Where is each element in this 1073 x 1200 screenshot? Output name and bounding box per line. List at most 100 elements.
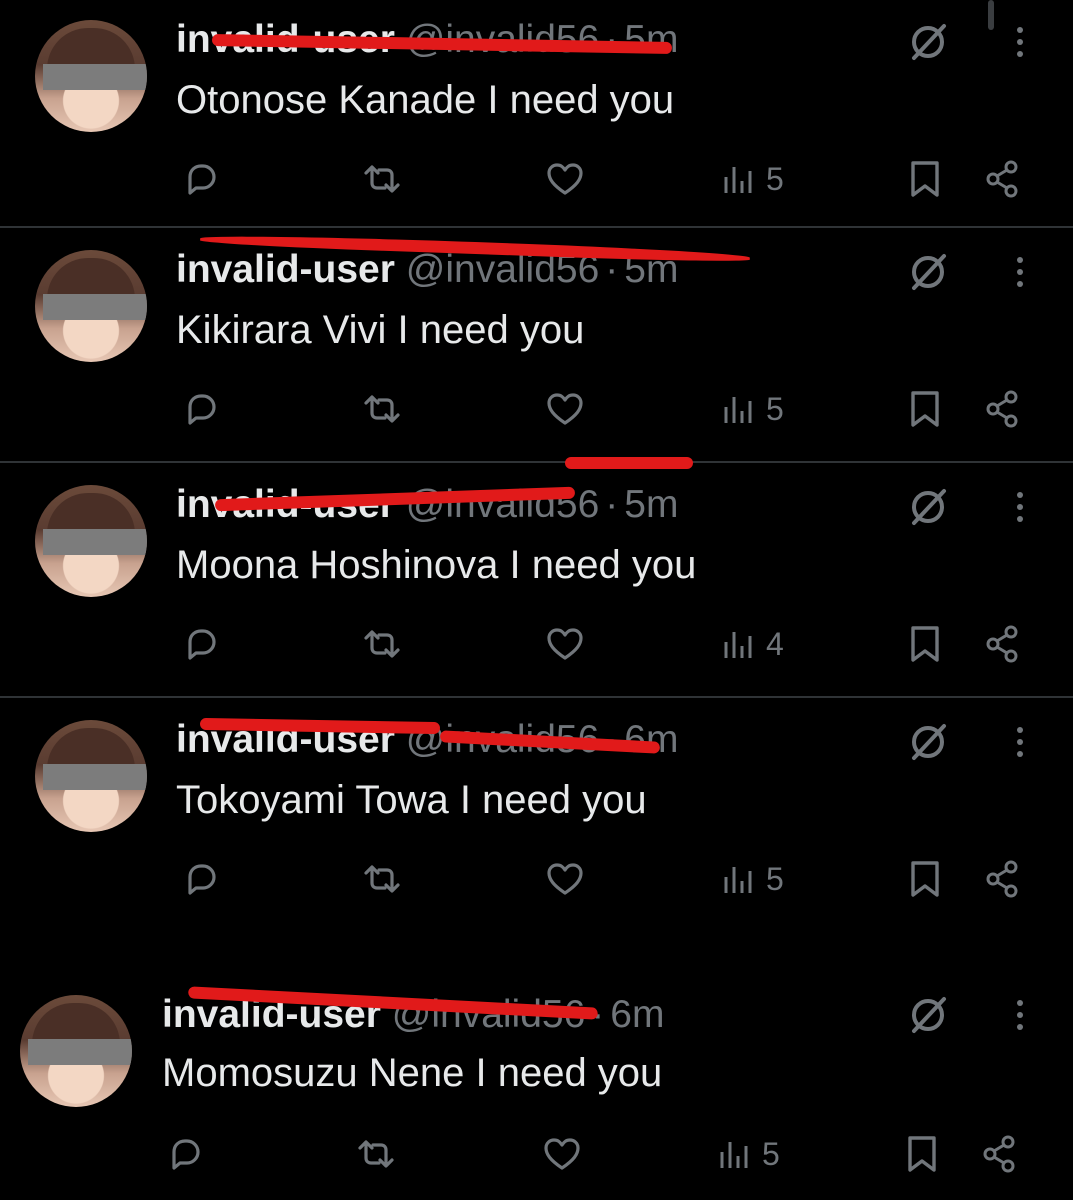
like-icon (544, 1138, 580, 1170)
views-button[interactable]: 5 (720, 387, 784, 431)
share-icon (983, 1135, 1015, 1173)
views-icon (724, 632, 752, 658)
divider (0, 461, 1073, 463)
share-icon (986, 160, 1018, 198)
like-button[interactable] (543, 622, 587, 666)
share-icon (986, 390, 1018, 428)
divider (0, 696, 1073, 698)
tweet[interactable]: invalid-user @invalid56·5m Moona Hoshino… (0, 457, 1073, 699)
share-button[interactable] (978, 1132, 1022, 1176)
tweet-text: Otonose Kanade I need you (176, 78, 675, 122)
avatar[interactable] (20, 995, 132, 1107)
retweet-button[interactable] (358, 622, 406, 666)
grok-icon[interactable] (906, 720, 950, 764)
censor-bar (43, 529, 147, 555)
separator-dot: · (605, 483, 619, 526)
tweet[interactable]: invalid-user @invalid56 · 6m Momosuzu Nene… (0, 965, 1073, 1199)
bookmark-icon (911, 626, 939, 662)
like-icon (547, 163, 583, 195)
action-bar: 5 (0, 157, 1073, 201)
share-icon (986, 860, 1018, 898)
tweet[interactable]: invalid-user @invalid56·5m Otonose Kanad… (0, 0, 1073, 234)
views-count: 5 (766, 161, 784, 197)
share-icon (986, 625, 1018, 663)
action-bar: 5 (0, 1132, 1073, 1176)
views-count: 5 (766, 861, 784, 897)
retweet-icon (364, 395, 400, 423)
timestamp[interactable]: 6m (610, 993, 664, 1036)
share-button[interactable] (981, 387, 1025, 431)
bookmark-button[interactable] (905, 622, 945, 666)
tweet-text: Moona Hoshinova I need you (176, 543, 697, 587)
more-icon[interactable] (1005, 993, 1035, 1037)
bookmark-button[interactable] (905, 157, 945, 201)
bookmark-button[interactable] (905, 387, 945, 431)
censor-bar (43, 764, 147, 790)
reply-icon (188, 394, 216, 425)
views-button[interactable]: 4 (720, 622, 784, 666)
views-button[interactable]: 5 (716, 1132, 780, 1176)
tweet[interactable]: invalid-user @invalid56 · 5m Kikirara Vivi… (0, 230, 1073, 464)
retweet-icon (364, 630, 400, 658)
timestamp[interactable]: 5m (624, 18, 678, 61)
like-button[interactable] (543, 157, 587, 201)
action-bar: 4 (0, 622, 1073, 666)
views-button[interactable]: 5 (720, 157, 784, 201)
tweet-text: Momosuzu Nene I need you (162, 1051, 663, 1095)
tweet-text: Tokoyami Towa I need you (176, 778, 647, 822)
reply-icon (188, 164, 216, 195)
action-bar: 5 (0, 387, 1073, 431)
grok-icon[interactable] (906, 485, 950, 529)
retweet-button[interactable] (358, 387, 406, 431)
views-icon (724, 167, 752, 193)
retweet-button[interactable] (358, 857, 406, 901)
more-icon[interactable] (1005, 720, 1035, 764)
reply-button[interactable] (178, 857, 222, 901)
display-name[interactable]: invalid-user (176, 248, 395, 291)
censor-bar (43, 294, 147, 320)
redaction-mark (565, 457, 693, 469)
share-button[interactable] (981, 857, 1025, 901)
tweet-text: Kikirara Vivi I need you (176, 308, 585, 352)
retweet-button[interactable] (358, 157, 406, 201)
views-icon (720, 1142, 748, 1168)
avatar[interactable] (35, 20, 147, 132)
divider (0, 226, 1073, 228)
retweet-icon (358, 1140, 394, 1168)
views-button[interactable]: 5 (720, 857, 784, 901)
share-button[interactable] (981, 157, 1025, 201)
like-icon (547, 628, 583, 660)
reply-button[interactable] (162, 1132, 206, 1176)
tweet-feed: invalid-user @invalid56·5m Otonose Kanad… (0, 0, 1073, 1200)
reply-icon (172, 1139, 200, 1170)
more-icon[interactable] (1005, 250, 1035, 294)
views-icon (724, 867, 752, 893)
avatar[interactable] (35, 720, 147, 832)
avatar[interactable] (35, 250, 147, 362)
more-icon[interactable] (1005, 485, 1035, 529)
views-icon (724, 397, 752, 423)
reply-button[interactable] (178, 387, 222, 431)
share-button[interactable] (981, 622, 1025, 666)
reply-button[interactable] (178, 157, 222, 201)
timestamp[interactable]: 5m (624, 483, 678, 526)
avatar[interactable] (35, 485, 147, 597)
like-button[interactable] (540, 1132, 584, 1176)
reply-icon (188, 864, 216, 895)
views-count: 4 (766, 626, 784, 662)
bookmark-button[interactable] (905, 857, 945, 901)
more-icon[interactable] (1005, 20, 1035, 64)
bookmark-button[interactable] (902, 1132, 942, 1176)
separator-dot: · (605, 18, 619, 61)
like-button[interactable] (543, 857, 587, 901)
reply-button[interactable] (178, 622, 222, 666)
grok-icon[interactable] (906, 20, 950, 64)
grok-icon[interactable] (906, 250, 950, 294)
censor-bar (43, 64, 147, 90)
tweet[interactable]: invalid-user @invalid56·6m Tokoyami Towa… (0, 700, 1073, 934)
retweet-button[interactable] (352, 1132, 400, 1176)
like-button[interactable] (543, 387, 587, 431)
grok-icon[interactable] (906, 993, 950, 1037)
bookmark-icon (911, 391, 939, 427)
retweet-icon (364, 865, 400, 893)
